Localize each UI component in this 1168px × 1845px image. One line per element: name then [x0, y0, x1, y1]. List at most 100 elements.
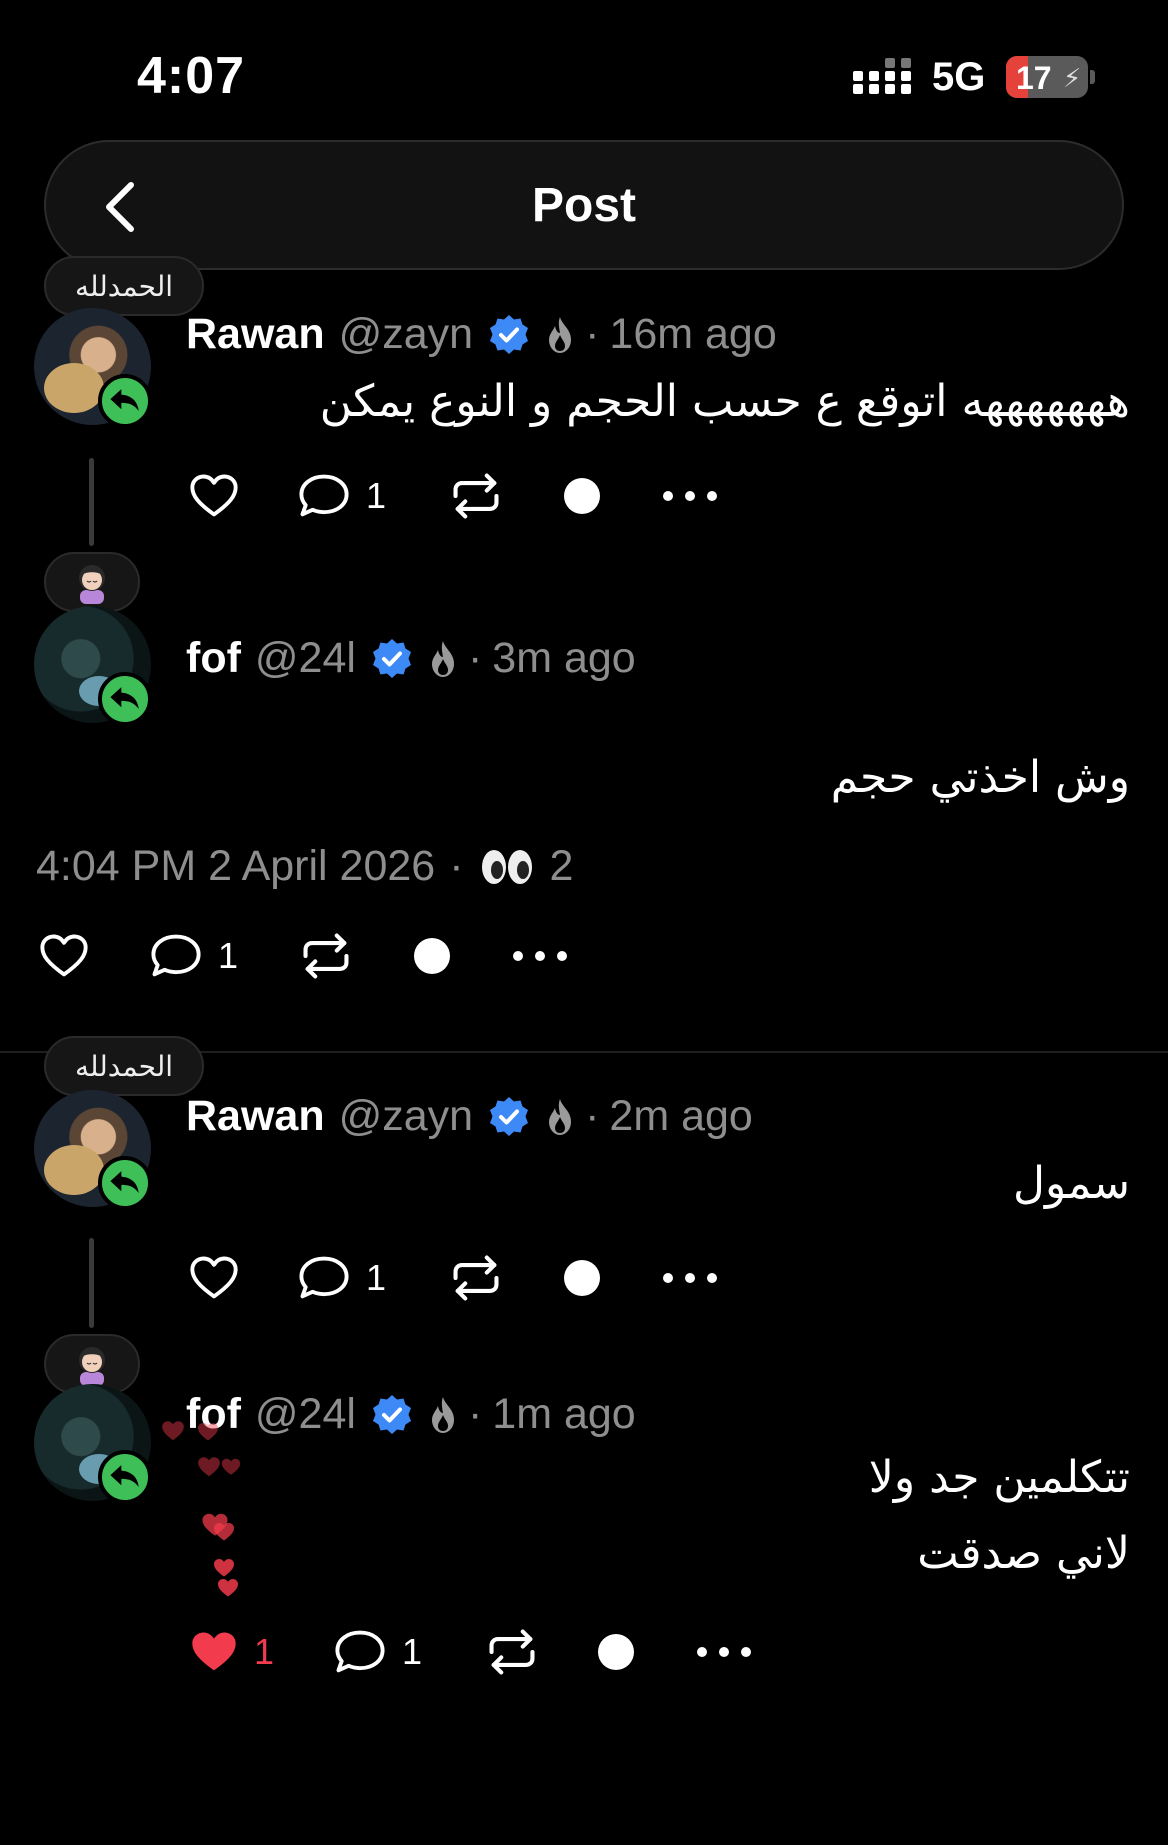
more-icon — [510, 946, 570, 966]
post-header: Rawan @zayn · 16m ago — [186, 310, 777, 359]
floating-heart-icon — [196, 1454, 222, 1480]
repost-icon — [448, 470, 504, 522]
separator: · — [467, 634, 483, 682]
reply-badge — [98, 672, 152, 726]
more-button[interactable] — [694, 1622, 754, 1682]
separator: · — [467, 1390, 483, 1438]
post-meta: 4:04 PM 2 April 2026 · 2 — [36, 842, 573, 891]
status-note[interactable]: الحمدلله — [44, 256, 204, 316]
reply-badge — [98, 1450, 152, 1504]
battery-cap — [1090, 70, 1095, 84]
dot-icon — [412, 936, 452, 976]
post-time: 2m ago — [609, 1092, 753, 1140]
reply-arrow-icon — [104, 678, 146, 720]
separator: · — [449, 842, 464, 890]
more-button[interactable] — [660, 466, 720, 526]
header-bar: Post — [44, 140, 1124, 270]
repost-icon — [484, 1626, 540, 1678]
heart-icon — [188, 470, 240, 522]
display-name[interactable]: Rawan — [186, 1092, 325, 1141]
username[interactable]: @24l — [255, 1390, 356, 1439]
heart-icon — [38, 930, 90, 982]
flame-icon — [428, 639, 458, 679]
separator: · — [585, 1092, 600, 1140]
display-name[interactable]: Rawan — [186, 310, 325, 359]
cellular-signal-icon — [853, 58, 911, 94]
battery-icon: 17 ⚡ — [1006, 56, 1088, 98]
floating-heart-icon — [160, 1418, 186, 1444]
dot-button[interactable] — [562, 1248, 602, 1308]
view-count: 2 — [549, 842, 574, 890]
comment-button[interactable]: 1 — [296, 1248, 386, 1308]
more-button[interactable] — [660, 1248, 720, 1308]
dot-icon — [596, 1632, 636, 1672]
flame-icon — [545, 1097, 575, 1137]
username[interactable]: @24l — [255, 634, 356, 683]
post-time: 1m ago — [492, 1390, 636, 1438]
dot-icon — [562, 1258, 602, 1298]
comment-icon — [296, 470, 352, 522]
comment-count: 1 — [366, 1257, 387, 1298]
dot-button[interactable] — [596, 1622, 636, 1682]
comment-button[interactable]: 1 — [148, 926, 238, 986]
floating-heart-icon — [216, 1576, 240, 1600]
dot-icon — [562, 476, 602, 516]
status-note[interactable]: الحمدلله — [44, 1036, 204, 1096]
comment-icon — [332, 1626, 388, 1678]
post-timestamp: 4:04 PM 2 April 2026 — [36, 842, 436, 890]
page-title: Post — [531, 179, 636, 232]
comment-count: 1 — [402, 1631, 423, 1672]
verified-badge-icon — [370, 1393, 414, 1437]
username[interactable]: @zayn — [339, 310, 473, 359]
repost-icon — [298, 930, 354, 982]
reply-badge — [98, 1156, 152, 1210]
status-bar: 4:07 5G 17 ⚡ — [0, 0, 1168, 140]
dot-button[interactable] — [562, 466, 602, 526]
verified-badge-icon — [487, 1095, 531, 1139]
more-button[interactable] — [510, 926, 570, 986]
status-emoji-pill[interactable] — [44, 552, 140, 612]
post-header: fof @24l · 3m ago — [186, 634, 636, 683]
more-icon — [694, 1642, 754, 1662]
heart-icon — [188, 1252, 240, 1304]
status-time: 4:07 — [137, 47, 246, 105]
flame-icon — [545, 315, 575, 355]
floating-heart-icon — [196, 1420, 220, 1444]
post-header: fof @24l · 1m ago — [186, 1390, 636, 1439]
separator: · — [585, 310, 600, 358]
repost-button[interactable] — [484, 1622, 540, 1682]
like-button[interactable] — [38, 926, 90, 986]
repost-button[interactable] — [448, 466, 504, 526]
post-actions: 1 — [188, 466, 748, 526]
comment-icon — [148, 930, 204, 982]
reply-arrow-icon — [104, 380, 146, 422]
post-time: 16m ago — [609, 310, 777, 358]
comment-button[interactable]: 1 — [296, 466, 386, 526]
like-button[interactable]: 1 — [188, 1622, 274, 1682]
post-actions: 1 — [38, 926, 598, 986]
more-icon — [660, 486, 720, 506]
like-button[interactable] — [188, 466, 240, 526]
network-type: 5G — [932, 55, 986, 99]
repost-button[interactable] — [298, 926, 354, 986]
post-text: وش اخذتي حجم — [830, 752, 1130, 803]
girl-emoji-icon — [79, 1347, 105, 1386]
dot-button[interactable] — [412, 926, 452, 986]
post-text-line: تتكلمين جد ولا — [868, 1452, 1130, 1503]
post-time: 3m ago — [492, 634, 636, 682]
like-button[interactable] — [188, 1248, 240, 1308]
post-actions: 1 — [188, 1248, 748, 1308]
username[interactable]: @zayn — [339, 1092, 473, 1141]
post-header: Rawan @zayn · 2m ago — [186, 1092, 753, 1141]
verified-badge-icon — [487, 313, 531, 357]
repost-button[interactable] — [448, 1248, 504, 1308]
display-name[interactable]: fof — [186, 634, 241, 683]
reply-badge — [98, 374, 152, 428]
comment-button[interactable]: 1 — [332, 1622, 422, 1682]
thread-line — [89, 458, 94, 546]
verified-badge-icon — [370, 637, 414, 681]
floating-heart-icon — [220, 1456, 242, 1478]
heart-filled-icon — [188, 1626, 240, 1678]
repost-icon — [448, 1252, 504, 1304]
post-actions: 1 1 — [188, 1622, 808, 1682]
